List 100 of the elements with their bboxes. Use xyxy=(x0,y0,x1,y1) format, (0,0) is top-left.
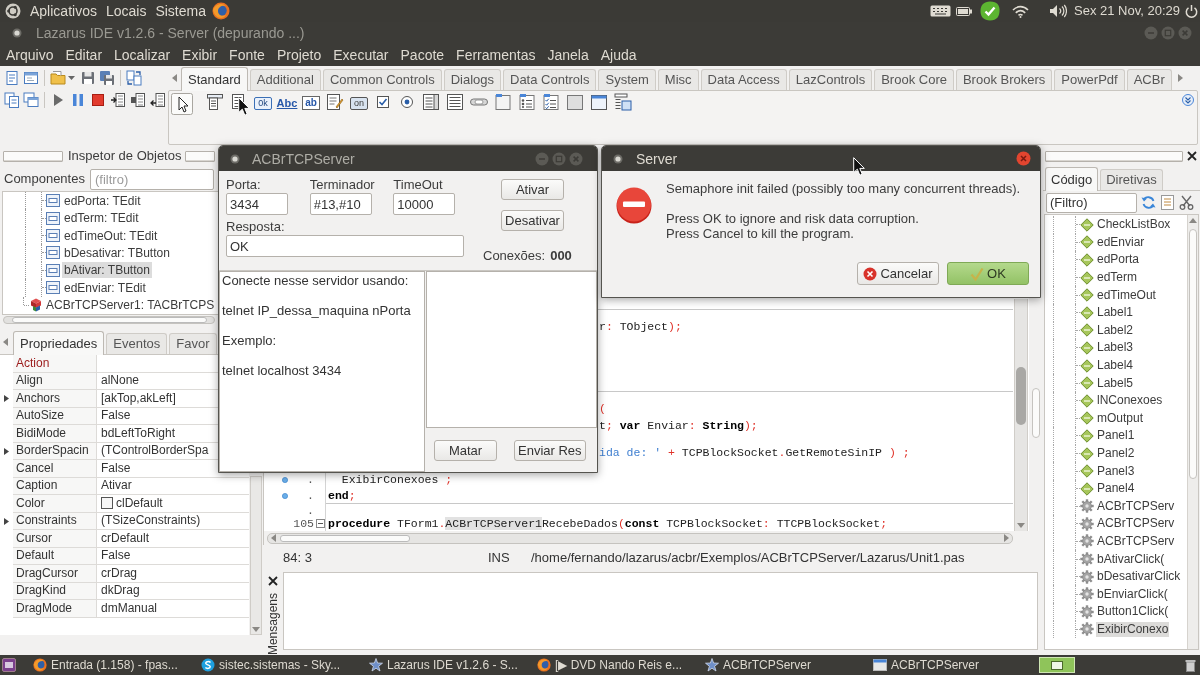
trash-icon[interactable] xyxy=(1185,658,1196,672)
action-button[interactable]: Enviar Res xyxy=(514,439,586,461)
fold-box-icon[interactable] xyxy=(315,519,325,528)
logo-icon[interactable] xyxy=(5,3,21,19)
refresh-icon[interactable] xyxy=(1141,195,1156,210)
property-value[interactable]: alNone xyxy=(101,373,140,389)
window-menu-icon[interactable] xyxy=(230,153,240,164)
clock[interactable]: Sex 21 Nov, 20:29 xyxy=(1074,2,1180,20)
swap-icon[interactable] xyxy=(126,70,142,86)
tree-item[interactable]: bEnviarClick( xyxy=(1096,586,1169,602)
input-field[interactable]: #13,#10 xyxy=(309,193,372,215)
workspace-switcher[interactable] xyxy=(1039,657,1075,673)
taskbar-item[interactable]: ACBrTCPServer xyxy=(868,656,1036,674)
component-tool[interactable]: Abc xyxy=(274,93,300,113)
taskbar-item[interactable]: Lazarus IDE v1.2.6 - S... xyxy=(364,656,532,674)
scroll-left-icon[interactable] xyxy=(3,338,8,346)
inspector-tab[interactable]: Favor xyxy=(169,333,217,354)
panel-label[interactable]: Mensagens xyxy=(266,593,280,656)
document-icon[interactable] xyxy=(4,70,20,86)
tree-item[interactable]: bDesativar: TButton xyxy=(62,244,172,261)
menu-item[interactable]: Ferramentas xyxy=(456,46,536,64)
palette-tab[interactable]: Standard xyxy=(181,67,248,91)
keyboard-icon[interactable] xyxy=(930,5,951,17)
check-group-icon[interactable] xyxy=(542,93,560,111)
property-value[interactable]: dkDrag xyxy=(101,583,140,599)
menu-item[interactable]: Localizar xyxy=(114,46,171,64)
dialog-button[interactable]: Cancelar xyxy=(857,262,939,285)
group-box-icon[interactable] xyxy=(494,93,512,111)
horizontal-scrollbar[interactable] xyxy=(267,532,1013,544)
expand-arrow-icon[interactable] xyxy=(4,395,9,403)
scissors-icon[interactable] xyxy=(1179,195,1194,210)
star-logo-icon[interactable] xyxy=(705,658,719,672)
tree-item[interactable]: Button1Click( xyxy=(1096,604,1170,620)
radio-icon[interactable] xyxy=(398,93,416,111)
window-menu-icon[interactable] xyxy=(12,28,22,38)
taskbar-item[interactable]: ACBrTCPServer xyxy=(700,656,868,674)
tree-item[interactable]: Panel4 xyxy=(1096,481,1136,497)
windows-icon[interactable] xyxy=(23,92,39,108)
tree-item[interactable]: bAtivar: TButton xyxy=(62,262,152,279)
text-lines-icon[interactable] xyxy=(446,93,464,111)
info-memo[interactable]: Conecte nesse servidor usando: telnet IP_dessa_maquina nPorta Exemplo: telnet localhost 3434 xyxy=(219,271,425,472)
battery-icon[interactable] xyxy=(956,6,972,16)
tree-item[interactable]: lNConexoes xyxy=(1096,393,1164,409)
scrollbar-thumb[interactable] xyxy=(280,534,410,542)
window-frame-icon[interactable] xyxy=(590,93,608,111)
property-value[interactable]: clDefault xyxy=(116,495,163,511)
property-value[interactable]: (TControlBorderSpa xyxy=(101,443,209,459)
scroll-down-icon[interactable] xyxy=(1017,523,1025,528)
explorer-tab[interactable]: Código xyxy=(1045,167,1099,191)
splitter-grip[interactable] xyxy=(1032,388,1040,438)
checkbox-icon[interactable] xyxy=(374,93,392,111)
explorer-tab[interactable]: Diretivas xyxy=(1100,169,1163,190)
close-icon[interactable] xyxy=(1187,151,1197,161)
menu-item[interactable]: Ajuda xyxy=(600,46,637,64)
taskbar-item[interactable]: Entrada (1.158) - fpas... xyxy=(28,656,196,674)
document-arrow-icon[interactable] xyxy=(150,92,166,108)
scrollbar-thumb[interactable] xyxy=(1189,229,1197,479)
property-value[interactable]: (TSizeConstraints) xyxy=(101,513,201,529)
menu-item[interactable]: Projeto xyxy=(276,46,322,64)
property-value[interactable]: crDefault xyxy=(101,530,150,546)
folder-icon[interactable] xyxy=(50,70,66,86)
expand-arrow-icon[interactable] xyxy=(4,447,9,455)
panel-menu[interactable]: Locais xyxy=(105,2,147,20)
menu-item[interactable]: Editar xyxy=(65,46,103,64)
palette-tab[interactable]: Dialogs xyxy=(443,69,501,90)
filter-field[interactable]: (filtro) xyxy=(90,168,214,190)
menu-item[interactable]: Janela xyxy=(547,46,589,64)
app-menu-icon[interactable] xyxy=(2,658,16,672)
palette-tab[interactable]: Additional xyxy=(249,69,321,90)
tree-item[interactable]: CheckListBox xyxy=(1096,217,1172,233)
tree-item[interactable]: ExibirConexo xyxy=(1096,621,1170,637)
palette-tab[interactable]: Common Controls xyxy=(322,69,442,90)
tree-item[interactable]: edTimeOut xyxy=(1096,287,1157,303)
floppy-disks-icon[interactable] xyxy=(99,70,115,86)
star-logo-icon[interactable] xyxy=(369,658,383,672)
tree-item[interactable]: edTerm xyxy=(1096,270,1138,286)
property-value[interactable]: False xyxy=(101,548,131,564)
property-value[interactable]: bdLeftToRight xyxy=(101,425,176,441)
scroll-up-icon[interactable] xyxy=(1189,218,1197,223)
window-menu-icon[interactable] xyxy=(613,153,623,164)
caret-icon[interactable] xyxy=(68,76,75,80)
tree-item[interactable]: edTerm: TEdit xyxy=(62,210,141,227)
inspector-tab[interactable]: Eventos xyxy=(106,333,168,354)
tree-item[interactable]: mOutput xyxy=(1096,410,1145,426)
horizontal-scrollbar[interactable] xyxy=(3,316,215,324)
tree-item[interactable]: Label2 xyxy=(1096,322,1135,338)
component-tool[interactable]: ab xyxy=(300,93,322,113)
document-block-icon[interactable] xyxy=(130,92,146,108)
scroll-right-icon[interactable] xyxy=(1004,534,1009,542)
pointer-tool-icon[interactable] xyxy=(171,93,193,115)
speaker-icon[interactable] xyxy=(1049,4,1067,18)
action-button[interactable]: Ativar xyxy=(501,179,564,200)
taskbar-item[interactable]: sistec.sistemas - Sky... xyxy=(196,656,364,674)
input-field[interactable]: OK xyxy=(226,235,464,257)
tree-item[interactable]: ACBrTCPServ xyxy=(1096,534,1176,549)
wifi-icon[interactable] xyxy=(1012,4,1029,18)
property-value[interactable]: [akTop,akLeft] xyxy=(101,390,176,406)
tree-item[interactable]: Panel2 xyxy=(1096,446,1136,461)
menu-item[interactable]: Exibir xyxy=(182,46,218,64)
browser-logo-icon[interactable] xyxy=(33,658,47,672)
